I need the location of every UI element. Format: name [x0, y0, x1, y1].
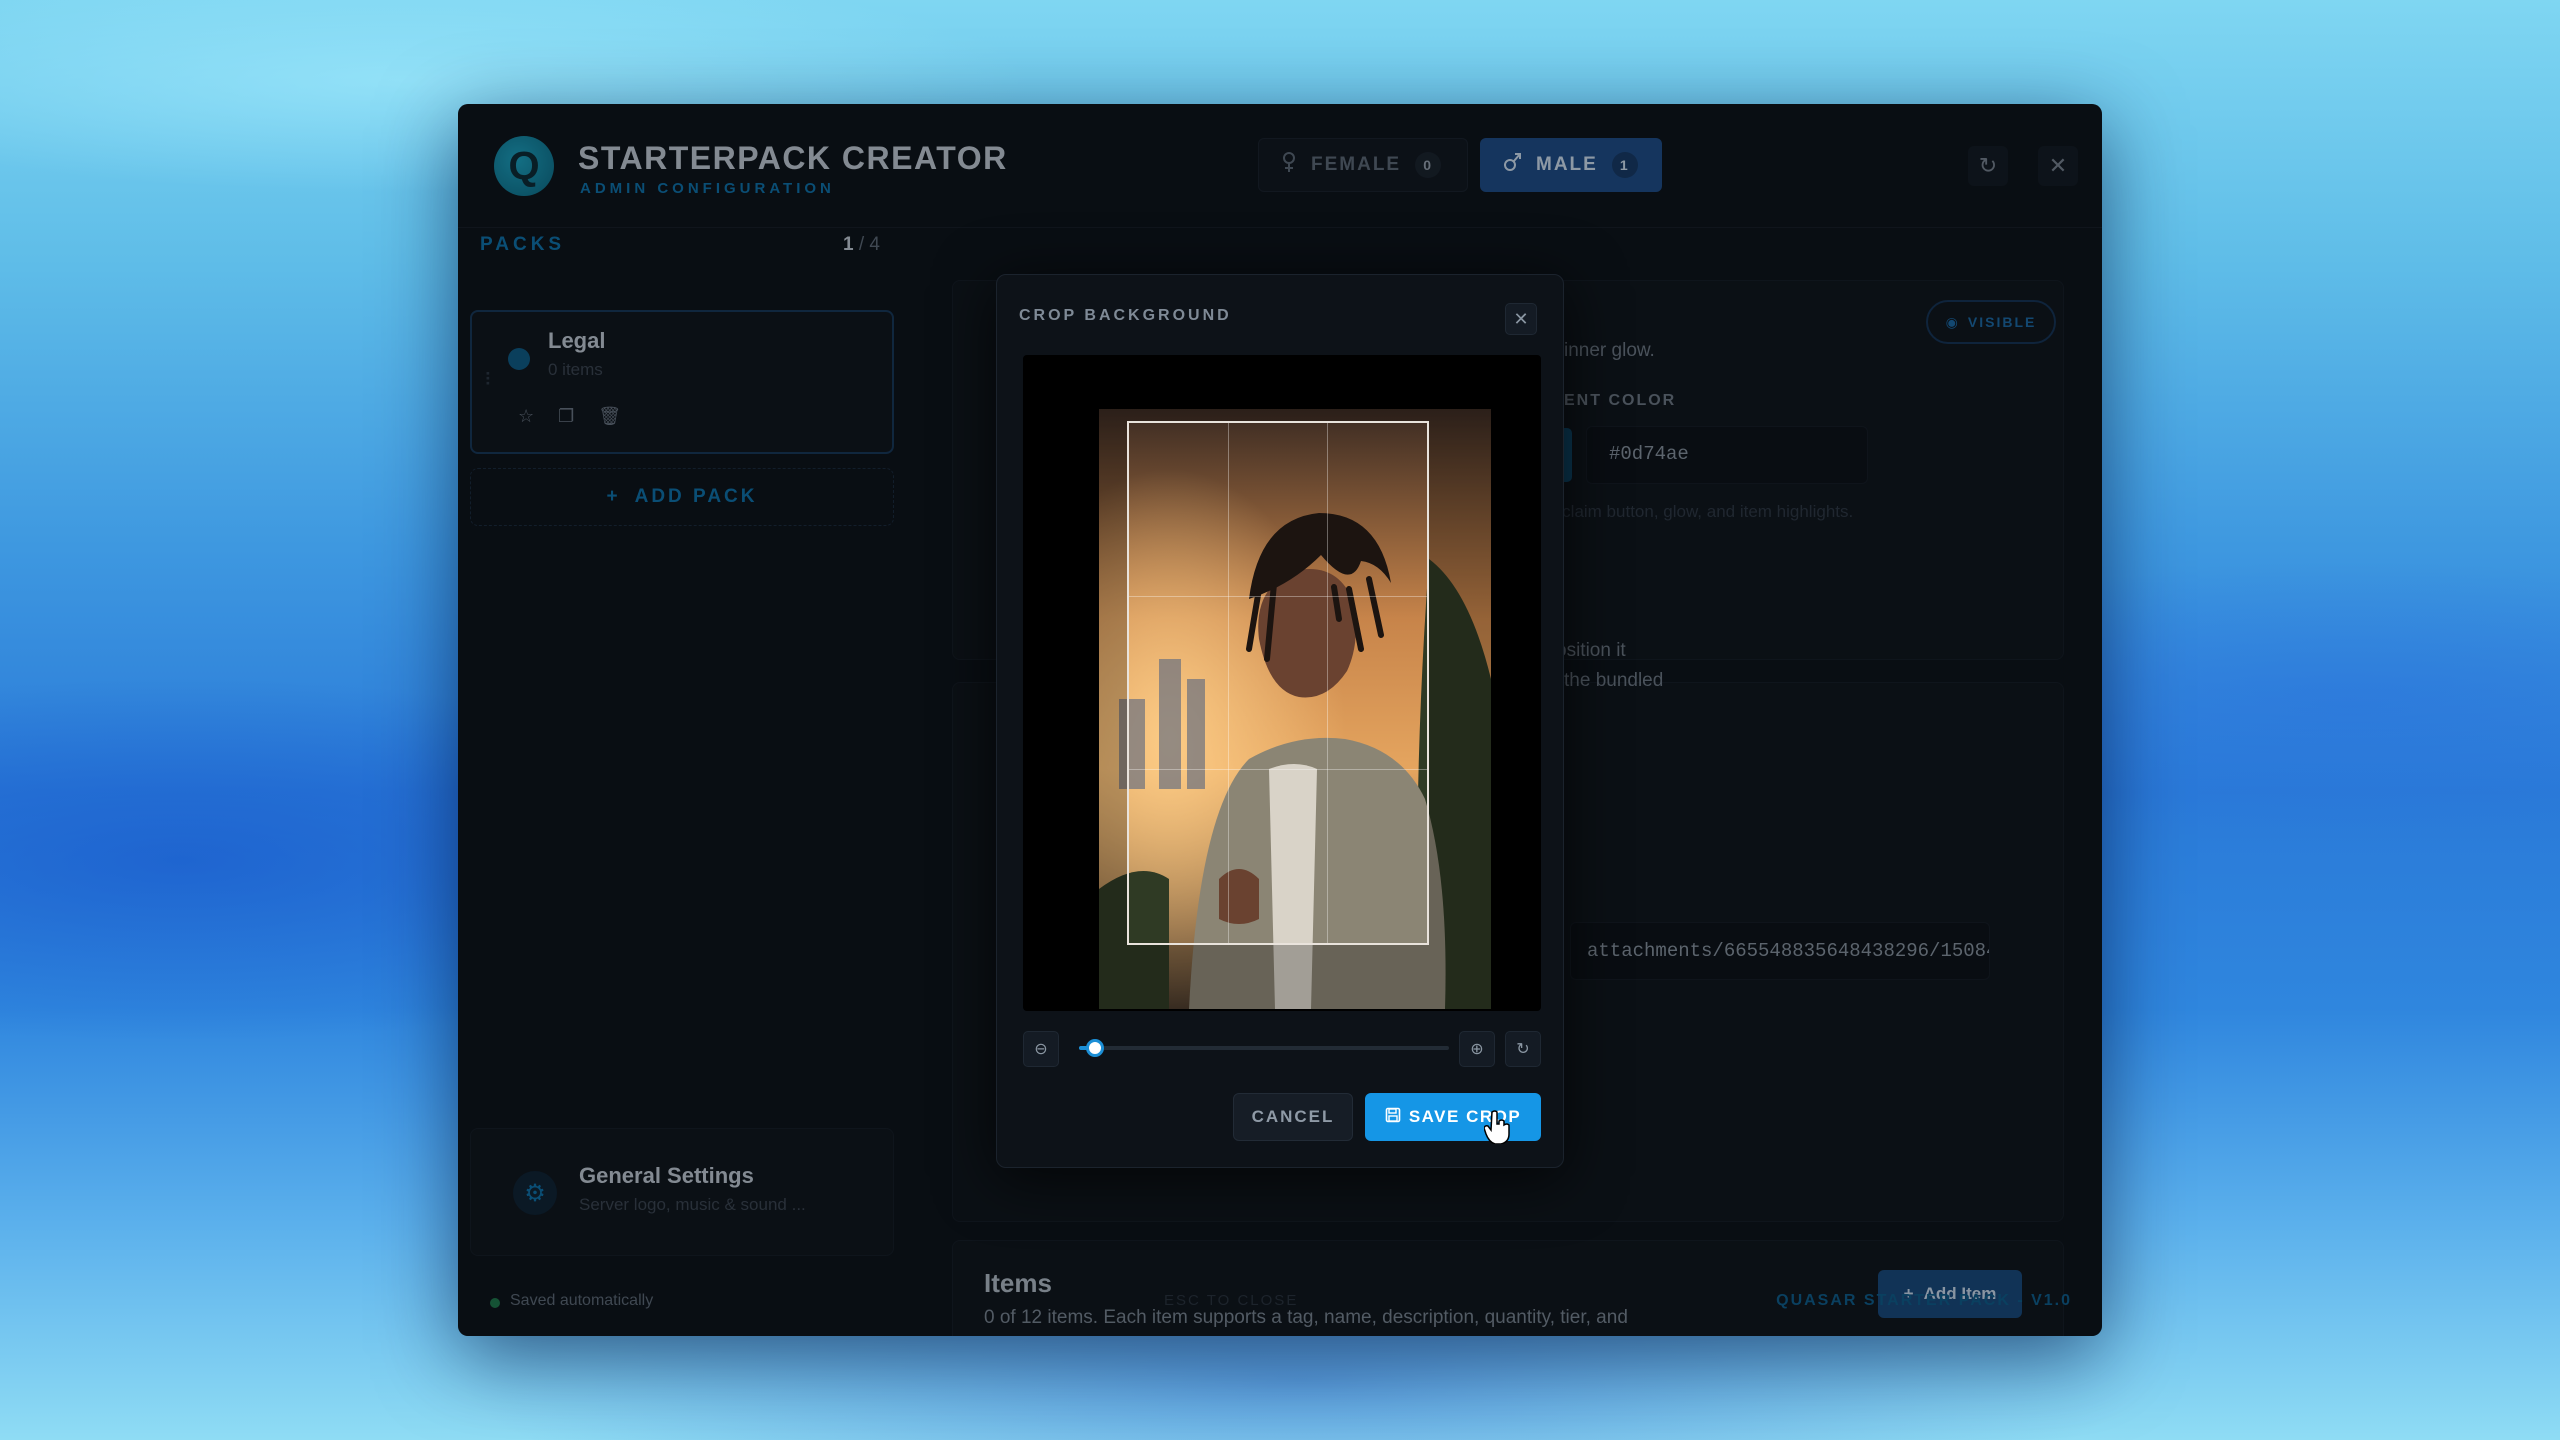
save-crop-button[interactable]: SAVE CROP [1365, 1093, 1541, 1141]
zoom-in-button[interactable]: ⊕ [1459, 1031, 1495, 1067]
crop-area[interactable] [1023, 355, 1541, 1011]
zoom-slider-thumb[interactable] [1086, 1039, 1105, 1057]
zoom-out-button[interactable]: ⊖ [1023, 1031, 1059, 1067]
crop-selection[interactable] [1127, 421, 1429, 945]
reset-icon: ↻ [1516, 1041, 1530, 1058]
modal-title: CROP BACKGROUND [1019, 307, 1232, 324]
zoom-in-icon: ⊕ [1470, 1041, 1484, 1058]
cancel-button[interactable]: CANCEL [1233, 1093, 1353, 1141]
zoom-controls: ⊖ ⊕ ↻ [1023, 1029, 1541, 1069]
close-icon: ✕ [1513, 308, 1529, 329]
crop-background-modal: CROP BACKGROUND ✕ ⊖ ⊕ ↻ CANCEL SAVE CROP [996, 274, 1564, 1168]
zoom-slider[interactable] [1079, 1039, 1449, 1057]
reset-zoom-button[interactable]: ↻ [1505, 1031, 1541, 1067]
hand-cursor-icon [1484, 1110, 1510, 1144]
save-icon [1385, 1107, 1401, 1128]
modal-close-button[interactable]: ✕ [1505, 303, 1537, 335]
zoom-out-icon: ⊖ [1034, 1041, 1048, 1058]
